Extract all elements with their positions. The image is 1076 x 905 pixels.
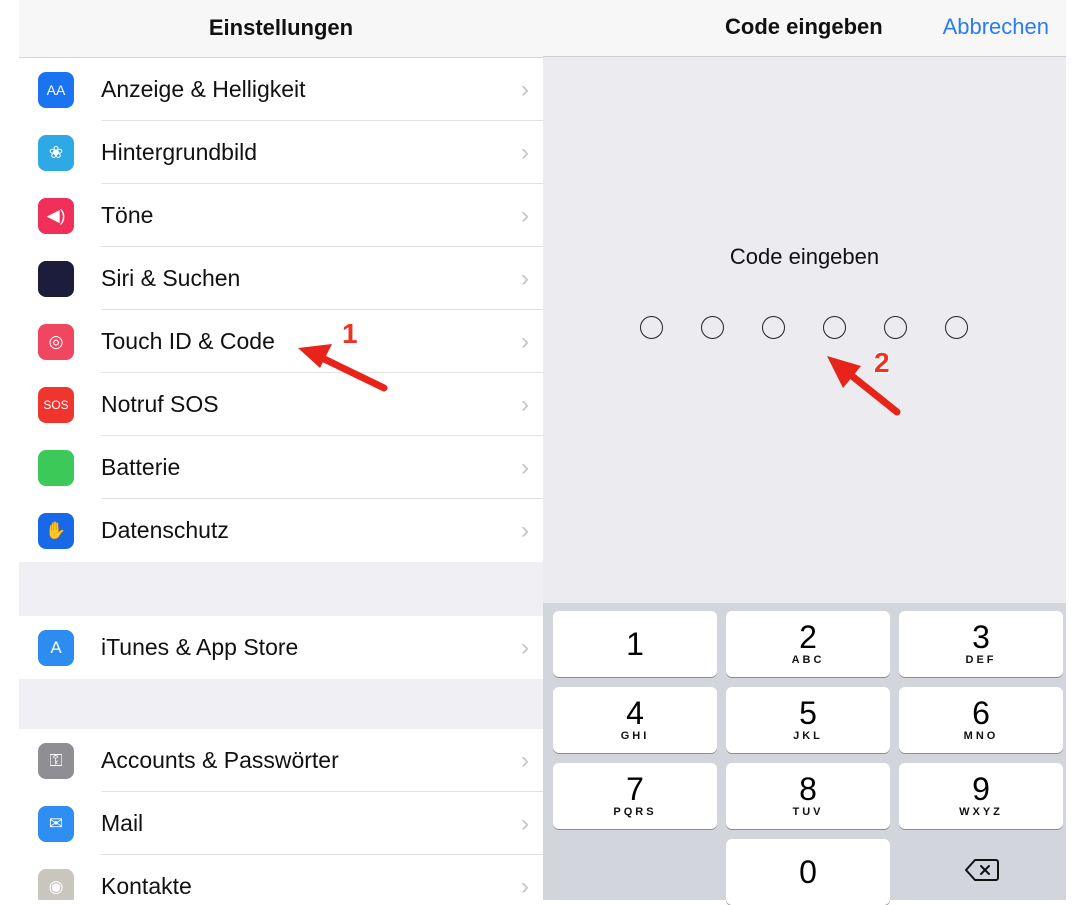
settings-row-label: Siri & Suchen <box>101 265 241 291</box>
passcode-dot <box>823 316 846 339</box>
settings-row-siri[interactable]: Siri & Suchen › <box>19 247 543 310</box>
key-5[interactable]: 5 JKL <box>726 687 890 753</box>
key-8[interactable]: 8 TUV <box>726 763 890 829</box>
delete-key[interactable] <box>900 837 1064 903</box>
passcode-header: Code eingeben Abbrechen <box>543 0 1066 57</box>
settings-row-label: Mail <box>101 810 144 836</box>
settings-row-sound[interactable]: ◀) Töne › <box>19 184 543 247</box>
key-digit: 9 <box>972 771 990 807</box>
key-letters: PQRS <box>613 806 657 818</box>
settings-row-label: Batterie <box>101 454 181 480</box>
chevron-right-icon: › <box>521 747 529 774</box>
settings-row-fingerprint[interactable]: ◎ Touch ID & Code › <box>19 310 543 373</box>
key-letters: DEF <box>965 654 997 666</box>
numeric-keypad: 1 2 ABC 3 DEF 4 GHI 5 JKL 6 MNO 7 PQRS 8 TUV 9 WXYZ 0 <box>543 603 1066 905</box>
key-7[interactable]: 7 PQRS <box>553 763 717 829</box>
passcode-prompt: Code eingeben <box>729 244 880 269</box>
callout-arrow-1 <box>298 344 388 392</box>
cancel-button[interactable]: Abbrechen <box>943 0 1049 54</box>
key-2[interactable]: 2 ABC <box>726 611 890 677</box>
delete-backspace-icon <box>965 859 999 881</box>
chevron-right-icon: › <box>521 265 529 292</box>
key-letters: MNO <box>963 730 999 742</box>
display-icon: AA <box>38 72 74 108</box>
key-digit: 3 <box>972 619 990 655</box>
key-digit: 6 <box>972 695 990 731</box>
wallpaper-icon: ❀ <box>38 135 74 171</box>
settings-row-label: Notruf SOS <box>101 391 219 417</box>
settings-row-label: Hintergrundbild <box>101 139 257 165</box>
key-digit: 2 <box>799 619 817 655</box>
settings-row-label: iTunes & App Store <box>101 634 299 660</box>
chevron-right-icon: › <box>521 454 529 481</box>
chevron-right-icon: › <box>521 328 529 355</box>
key-letters: GHI <box>620 730 650 742</box>
key-icon: ⚿ <box>38 743 74 779</box>
settings-row-label: Anzeige & Helligkeit <box>101 76 306 102</box>
settings-row-mail[interactable]: ✉ Mail › <box>19 792 543 855</box>
passcode-panel: Code eingeben Abbrechen Code eingeben 1 2… <box>543 0 1066 905</box>
key-digit: 4 <box>626 695 644 731</box>
contacts-icon: ◉ <box>38 869 74 900</box>
app-store-icon: A <box>38 630 74 666</box>
settings-row-label: Datenschutz <box>101 517 229 543</box>
settings-title: Einstellungen <box>19 0 543 58</box>
key-digit: 8 <box>799 771 817 807</box>
settings-group-store: AiTunes & App Store › <box>19 616 543 679</box>
mail-icon: ✉ <box>38 806 74 842</box>
chevron-right-icon: › <box>521 391 529 418</box>
settings-row-label: Töne <box>101 202 154 228</box>
settings-row-label: Accounts & Passwörter <box>101 747 339 773</box>
key-digit: 1 <box>626 626 644 662</box>
chevron-right-icon: › <box>521 873 529 900</box>
key-letters: ABC <box>791 654 825 666</box>
settings-row-contacts[interactable]: ◉ Kontakte › <box>19 855 543 900</box>
settings-row-display[interactable]: AA Anzeige & Helligkeit › <box>19 58 543 121</box>
key-3[interactable]: 3 DEF <box>899 611 1063 677</box>
passcode-dots <box>640 316 980 344</box>
key-0[interactable]: 0 <box>726 839 890 905</box>
sos-icon: SOS <box>38 387 74 423</box>
settings-row-app-store[interactable]: AiTunes & App Store › <box>19 616 543 679</box>
settings-panel: Einstellungen AA Anzeige & Helligkeit › ❀ Hi… <box>19 0 543 900</box>
battery-icon <box>38 450 74 486</box>
settings-row-battery[interactable]: Batterie › <box>19 436 543 499</box>
siri-icon <box>38 261 74 297</box>
passcode-dot <box>762 316 785 339</box>
settings-row-wallpaper[interactable]: ❀ Hintergrundbild › <box>19 121 543 184</box>
key-9[interactable]: 9 WXYZ <box>899 763 1063 829</box>
passcode-dot <box>945 316 968 339</box>
key-digit: 5 <box>799 695 817 731</box>
key-4[interactable]: 4 GHI <box>553 687 717 753</box>
key-1[interactable]: 1 <box>553 611 717 677</box>
passcode-header-title: Code eingeben <box>725 14 883 39</box>
settings-row-key[interactable]: ⚿ Accounts & Passwörter › <box>19 729 543 792</box>
settings-group-main: AA Anzeige & Helligkeit › ❀ Hintergrundbild ›… <box>19 58 543 562</box>
chevron-right-icon: › <box>521 517 529 544</box>
chevron-right-icon: › <box>521 202 529 229</box>
passcode-dot <box>640 316 663 339</box>
chevron-right-icon: › <box>521 139 529 166</box>
sound-icon: ◀) <box>38 198 74 234</box>
key-letters: TUV <box>792 806 824 818</box>
chevron-right-icon: › <box>521 76 529 103</box>
passcode-dot <box>884 316 907 339</box>
key-letters: WXYZ <box>959 806 1003 818</box>
settings-group-accounts: ⚿ Accounts & Passwörter › ✉ Mail › ◉ Kontakte › <box>19 729 543 900</box>
key-digit: 0 <box>799 854 817 890</box>
key-6[interactable]: 6 MNO <box>899 687 1063 753</box>
fingerprint-icon: ◎ <box>38 324 74 360</box>
passcode-dot <box>701 316 724 339</box>
privacy-hand-icon: ✋ <box>38 513 74 549</box>
key-digit: 7 <box>626 771 644 807</box>
key-letters: JKL <box>793 730 823 742</box>
callout-arrow-2 <box>827 356 901 416</box>
settings-row-privacy-hand[interactable]: ✋ Datenschutz › <box>19 499 543 562</box>
chevron-right-icon: › <box>521 810 529 837</box>
settings-row-label: Touch ID & Code <box>101 328 275 354</box>
settings-row-sos[interactable]: SOS Notruf SOS › <box>19 373 543 436</box>
chevron-right-icon: › <box>521 634 529 661</box>
settings-row-label: Kontakte <box>101 873 192 899</box>
